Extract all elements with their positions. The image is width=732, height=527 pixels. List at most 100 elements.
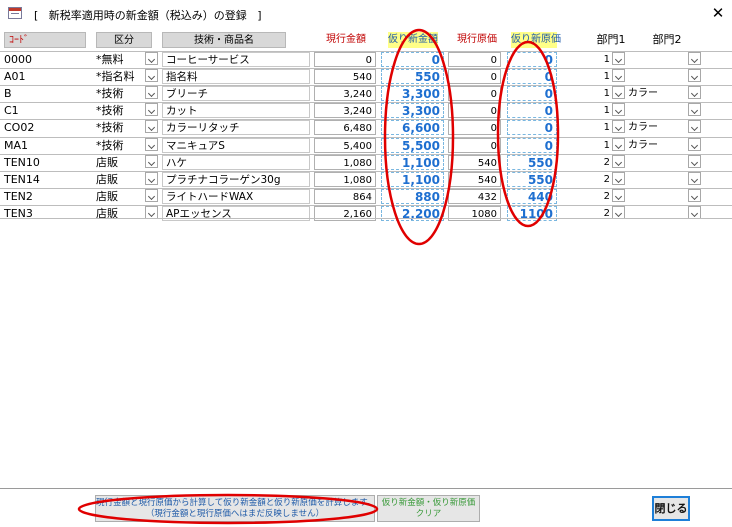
kubun-field[interactable]: *技術	[96, 103, 144, 118]
current-cost-field[interactable]: 0	[448, 69, 501, 84]
name-field[interactable]: ライトハードWAX	[162, 189, 310, 204]
new-price-field[interactable]: 0	[381, 52, 444, 67]
current-price-field[interactable]: 0	[314, 52, 376, 67]
chevron-down-icon[interactable]	[612, 189, 625, 202]
kubun-field[interactable]: *技術	[96, 86, 144, 101]
chevron-down-icon[interactable]	[688, 120, 701, 133]
new-price-field[interactable]: 6,600	[381, 120, 444, 135]
bumon1-select[interactable]: 2	[596, 155, 610, 170]
chevron-down-icon[interactable]	[145, 52, 158, 65]
new-price-field[interactable]: 550	[381, 69, 444, 84]
bumon1-select[interactable]: 1	[596, 52, 610, 67]
kubun-field[interactable]: 店販	[96, 172, 144, 187]
code-field[interactable]: B	[4, 86, 84, 101]
code-field[interactable]: TEN10	[4, 155, 84, 170]
chevron-down-icon[interactable]	[688, 155, 701, 168]
bumon2-select[interactable]	[628, 172, 684, 187]
code-field[interactable]: 0000	[4, 52, 84, 67]
chevron-down-icon[interactable]	[688, 52, 701, 65]
kubun-field[interactable]: *技術	[96, 120, 144, 135]
code-field[interactable]: MA1	[4, 138, 84, 153]
new-price-field[interactable]: 1,100	[381, 155, 444, 170]
bumon2-select[interactable]: カラー	[628, 138, 684, 153]
chevron-down-icon[interactable]	[145, 69, 158, 82]
chevron-down-icon[interactable]	[612, 69, 625, 82]
bumon1-select[interactable]: 2	[596, 172, 610, 187]
code-field[interactable]: TEN14	[4, 172, 84, 187]
bumon2-select[interactable]	[628, 52, 684, 67]
new-cost-field[interactable]: 550	[507, 155, 557, 170]
chevron-down-icon[interactable]	[612, 138, 625, 151]
new-price-field[interactable]: 5,500	[381, 138, 444, 153]
chevron-down-icon[interactable]	[688, 103, 701, 116]
chevron-down-icon[interactable]	[688, 189, 701, 202]
new-cost-field[interactable]: 550	[507, 172, 557, 187]
name-field[interactable]: ハケ	[162, 155, 310, 170]
new-cost-field[interactable]: 0	[507, 103, 557, 118]
new-cost-field[interactable]: 0	[507, 86, 557, 101]
chevron-down-icon[interactable]	[145, 189, 158, 202]
new-cost-field[interactable]: 440	[507, 189, 557, 204]
kubun-field[interactable]: *無料	[96, 52, 144, 67]
new-price-field[interactable]: 880	[381, 189, 444, 204]
chevron-down-icon[interactable]	[145, 86, 158, 99]
chevron-down-icon[interactable]	[612, 120, 625, 133]
chevron-down-icon[interactable]	[688, 69, 701, 82]
name-field[interactable]: ブリーチ	[162, 86, 310, 101]
current-cost-field[interactable]: 540	[448, 172, 501, 187]
chevron-down-icon[interactable]	[612, 52, 625, 65]
name-field[interactable]: プラチナコラーゲン30g	[162, 172, 310, 187]
clear-button[interactable]: 仮り新金額・仮り新原価 クリア	[377, 495, 480, 522]
current-cost-field[interactable]: 0	[448, 52, 501, 67]
current-cost-field[interactable]: 0	[448, 138, 501, 153]
kubun-field[interactable]: *技術	[96, 138, 144, 153]
chevron-down-icon[interactable]	[688, 138, 701, 151]
name-field[interactable]: 指名料	[162, 69, 310, 84]
chevron-down-icon[interactable]	[145, 138, 158, 151]
current-cost-field[interactable]: 432	[448, 189, 501, 204]
bumon1-select[interactable]: 1	[596, 120, 610, 135]
name-field[interactable]: カット	[162, 103, 310, 118]
new-price-field[interactable]: 3,300	[381, 86, 444, 101]
code-field[interactable]: CO02	[4, 120, 84, 135]
chevron-down-icon[interactable]	[145, 103, 158, 116]
code-field[interactable]: A01	[4, 69, 84, 84]
chevron-down-icon[interactable]	[612, 172, 625, 185]
chevron-down-icon[interactable]	[612, 155, 625, 168]
current-price-field[interactable]: 864	[314, 189, 376, 204]
name-field[interactable]: マニキュアS	[162, 138, 310, 153]
bumon2-select[interactable]: カラー	[628, 120, 684, 135]
current-cost-field[interactable]: 0	[448, 86, 501, 101]
kubun-field[interactable]: 店販	[96, 155, 144, 170]
current-price-field[interactable]: 1,080	[314, 155, 376, 170]
chevron-down-icon[interactable]	[145, 155, 158, 168]
current-price-field[interactable]: 5,400	[314, 138, 376, 153]
chevron-down-icon[interactable]	[688, 172, 701, 185]
bumon1-select[interactable]: 1	[596, 69, 610, 84]
name-field[interactable]: コーヒーサービス	[162, 52, 310, 67]
current-price-field[interactable]: 1,080	[314, 172, 376, 187]
current-cost-field[interactable]: 0	[448, 103, 501, 118]
new-price-field[interactable]: 1,100	[381, 172, 444, 187]
new-cost-field[interactable]: 0	[507, 138, 557, 153]
bumon1-select[interactable]: 1	[596, 138, 610, 153]
chevron-down-icon[interactable]	[688, 86, 701, 99]
new-price-field[interactable]: 3,300	[381, 103, 444, 118]
calculate-button[interactable]: 現行金額と現行原価から計算して仮り新金額と仮り新原価を計算します。 （現行金額と…	[95, 495, 375, 522]
code-field[interactable]: TEN2	[4, 189, 84, 204]
new-cost-field[interactable]: 0	[507, 69, 557, 84]
bumon1-select[interactable]: 1	[596, 86, 610, 101]
bumon2-select[interactable]	[628, 155, 684, 170]
current-price-field[interactable]: 3,240	[314, 86, 376, 101]
chevron-down-icon[interactable]	[145, 120, 158, 133]
current-cost-field[interactable]: 540	[448, 155, 501, 170]
bumon2-select[interactable]	[628, 69, 684, 84]
current-price-field[interactable]: 540	[314, 69, 376, 84]
new-cost-field[interactable]: 0	[507, 52, 557, 67]
kubun-field[interactable]: *指名料	[96, 69, 144, 84]
bumon1-select[interactable]: 1	[596, 103, 610, 118]
chevron-down-icon[interactable]	[145, 172, 158, 185]
bumon2-select[interactable]: カラー	[628, 86, 684, 101]
current-cost-field[interactable]: 0	[448, 120, 501, 135]
window-close-button[interactable]: ✕	[708, 3, 728, 23]
